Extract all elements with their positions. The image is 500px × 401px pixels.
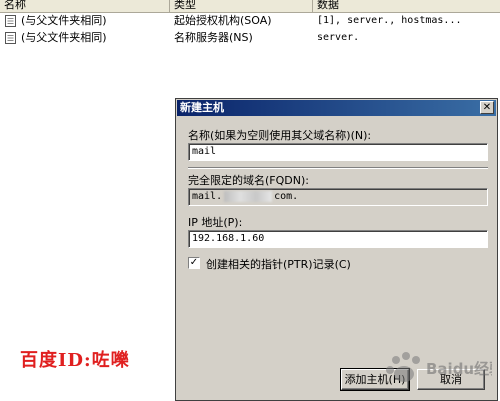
table-row[interactable]: (与父文件夹相同) 名称服务器(NS) server.: [0, 29, 500, 47]
record-icon: [5, 32, 16, 44]
dialog-title: 新建主机: [180, 101, 224, 114]
redacted-domain: [224, 190, 273, 202]
record-icon: [5, 15, 16, 27]
column-header-name[interactable]: 名称: [0, 0, 170, 12]
fqdn-label: 完全限定的域名(FQDN):: [188, 174, 309, 187]
close-button[interactable]: ✕: [480, 101, 494, 114]
column-header-data[interactable]: 数据: [313, 0, 500, 12]
name-label: 名称(如果为空则使用其父域名称)(N):: [188, 129, 372, 142]
author-watermark: 百度ID:咗嚛: [20, 350, 130, 371]
table-row[interactable]: (与父文件夹相同) 起始授权机构(SOA) [1], server., host…: [0, 12, 500, 30]
close-icon: ✕: [482, 102, 492, 113]
record-data: [1], server., hostmas...: [317, 15, 462, 26]
baidu-logo: Baidu经验: [386, 352, 492, 382]
record-name: (与父文件夹相同): [21, 31, 107, 44]
fqdn-prefix: mail.: [192, 191, 223, 202]
record-type: 名称服务器(NS): [174, 31, 253, 44]
fqdn-suffix: com.: [274, 191, 299, 202]
separator: [188, 167, 488, 169]
fqdn-field: mail. com.: [188, 188, 488, 206]
record-type: 起始授权机构(SOA): [174, 14, 272, 27]
dialog-title-bar[interactable]: 新建主机 ✕: [177, 100, 496, 116]
ptr-label[interactable]: 创建相关的指针(PTR)记录(C): [206, 256, 351, 272]
ptr-checkbox[interactable]: ✓: [188, 257, 200, 269]
name-input[interactable]: mail: [188, 143, 488, 161]
check-icon: ✓: [189, 257, 199, 268]
ip-label: IP 地址(P):: [188, 216, 243, 229]
record-data: server.: [317, 32, 360, 43]
record-name: (与父文件夹相同): [21, 14, 107, 27]
baidu-logo-text: Baidu经验: [426, 360, 492, 378]
column-header-type[interactable]: 类型: [170, 0, 313, 12]
ip-address-input[interactable]: 192.168.1.60: [188, 230, 488, 248]
